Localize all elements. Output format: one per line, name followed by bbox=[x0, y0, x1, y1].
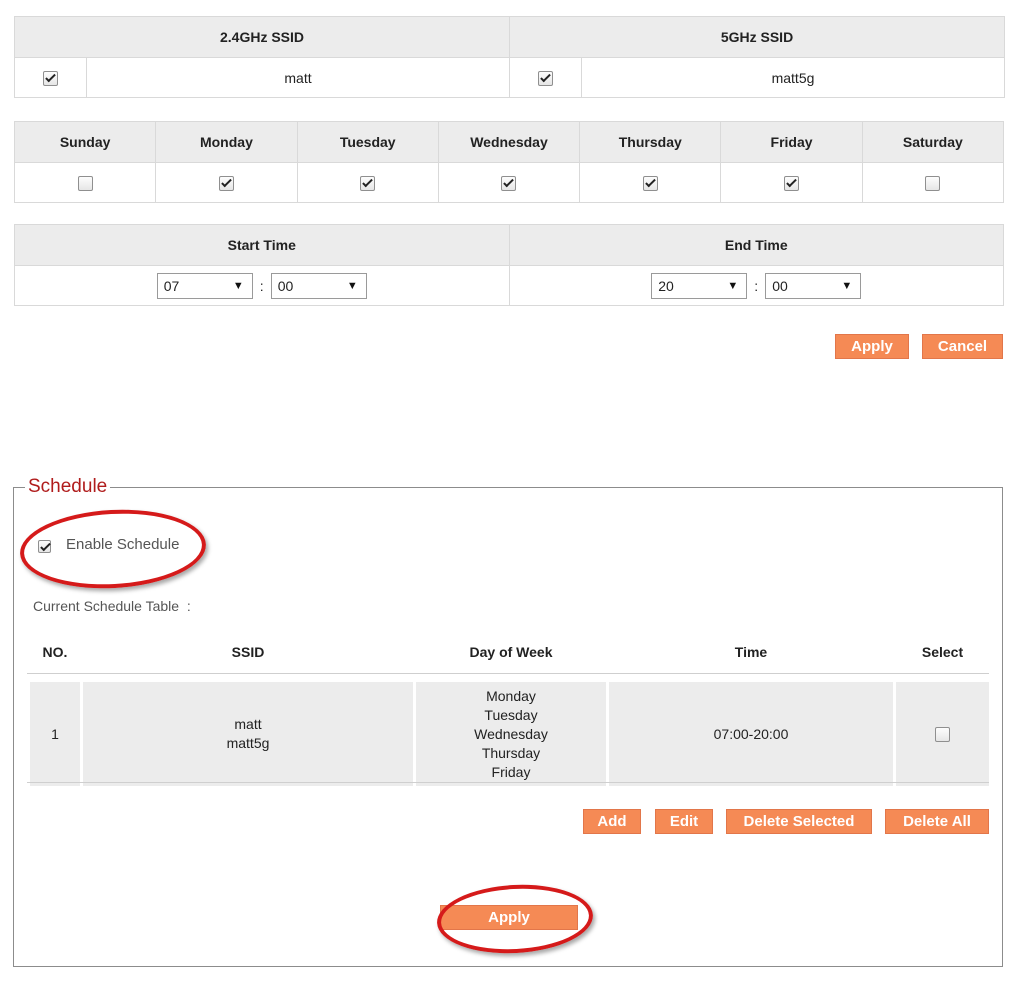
ssid-24-name: matt bbox=[86, 57, 510, 98]
cancel-button[interactable]: Cancel bbox=[922, 334, 1003, 359]
ssid-24-checkbox[interactable] bbox=[43, 70, 58, 86]
ssid-5-name: matt5g bbox=[580, 57, 1006, 98]
chevron-down-icon: ▼ bbox=[346, 279, 358, 292]
enable-schedule-label: Enable Schedule bbox=[66, 536, 180, 553]
day-checkbox-monday[interactable] bbox=[218, 175, 234, 191]
start-time-header: Start Time bbox=[14, 224, 510, 266]
schedule-apply-button[interactable]: Apply bbox=[440, 905, 578, 930]
row-days: Monday Tuesday Wednesday Thursday Friday bbox=[413, 682, 609, 786]
apply-button[interactable]: Apply bbox=[835, 334, 909, 359]
ssid-24-header: 2.4GHz SSID bbox=[14, 16, 510, 58]
ssid-5-checkbox[interactable] bbox=[538, 70, 553, 86]
row-day-line: Friday bbox=[491, 763, 531, 780]
day-header-friday: Friday bbox=[720, 121, 863, 163]
row-select-checkbox[interactable] bbox=[935, 727, 950, 743]
schedule-table: NO. SSID Day of Week Time Select 1 matt … bbox=[27, 628, 992, 786]
day-checkbox-friday[interactable] bbox=[784, 175, 800, 191]
day-header-saturday: Saturday bbox=[861, 121, 1005, 163]
end-hour-select[interactable]: 20 ▼ bbox=[651, 272, 748, 299]
start-hour-value: 07 bbox=[163, 277, 180, 294]
ssid-5-header: 5GHz SSID bbox=[508, 16, 1006, 58]
col-ssid: SSID bbox=[231, 644, 265, 660]
table-header-divider bbox=[27, 673, 989, 674]
day-checkbox-wednesday[interactable] bbox=[501, 175, 517, 191]
add-button[interactable]: Add bbox=[583, 809, 641, 834]
row-no: 1 bbox=[27, 682, 83, 786]
end-time-header: End Time bbox=[508, 224, 1004, 266]
ssid-table: 2.4GHz SSID 5GHz SSID matt matt5g bbox=[14, 16, 1006, 98]
end-time-separator: : bbox=[754, 277, 759, 294]
col-no: NO. bbox=[42, 644, 68, 660]
row-ssid: matt matt5g bbox=[80, 682, 416, 786]
start-minute-value: 00 bbox=[277, 277, 294, 294]
chevron-down-icon: ▼ bbox=[232, 279, 244, 292]
day-header-thursday: Thursday bbox=[579, 121, 722, 163]
row-day-line: Thursday bbox=[481, 744, 541, 761]
day-header-tuesday: Tuesday bbox=[296, 121, 439, 163]
end-minute-value: 00 bbox=[772, 277, 788, 294]
row-day-line: Tuesday bbox=[484, 706, 538, 723]
day-checkbox-thursday[interactable] bbox=[642, 175, 658, 191]
row-day-line: Wednesday bbox=[474, 725, 548, 742]
day-checkbox-saturday[interactable] bbox=[925, 175, 941, 191]
delete-selected-button[interactable]: Delete Selected bbox=[726, 809, 872, 834]
schedule-legend: Schedule bbox=[25, 476, 111, 498]
schedule-table-label: Current Schedule Table : bbox=[33, 598, 191, 614]
days-table: Sunday Monday Tuesday Wednesday Thursday… bbox=[13, 121, 1005, 203]
row-day-line: Monday bbox=[486, 687, 536, 704]
row-ssid-line: matt bbox=[234, 716, 262, 732]
end-hour-value: 20 bbox=[658, 277, 674, 294]
chevron-down-icon: ▼ bbox=[841, 279, 853, 292]
start-hour-select[interactable]: 07 ▼ bbox=[156, 272, 253, 299]
end-minute-select[interactable]: 00 ▼ bbox=[765, 272, 862, 299]
day-header-monday: Monday bbox=[155, 121, 298, 163]
col-select: Select bbox=[921, 644, 964, 660]
start-minute-select[interactable]: 00 ▼ bbox=[270, 272, 367, 299]
table-row: 1 matt matt5g Monday Tuesday Wednesday T… bbox=[27, 682, 992, 786]
delete-all-button[interactable]: Delete All bbox=[885, 809, 989, 834]
col-time: Time bbox=[734, 644, 768, 660]
start-time-separator: : bbox=[259, 277, 264, 294]
time-table: Start Time End Time 07 ▼:00 ▼ 20 ▼:00 ▼ bbox=[14, 224, 1004, 306]
chevron-down-icon: ▼ bbox=[727, 279, 739, 292]
col-day-of-week: Day of Week bbox=[469, 644, 553, 660]
table-bottom-divider bbox=[27, 782, 989, 783]
row-time: 07:00-20:00 bbox=[606, 682, 896, 786]
row-ssid-line: matt5g bbox=[226, 735, 270, 751]
enable-schedule-checkbox[interactable] bbox=[38, 540, 51, 554]
day-header-wednesday: Wednesday bbox=[437, 121, 581, 163]
day-checkbox-tuesday[interactable] bbox=[360, 175, 376, 191]
day-checkbox-sunday[interactable] bbox=[77, 175, 93, 191]
day-header-sunday: Sunday bbox=[13, 121, 157, 163]
edit-button[interactable]: Edit bbox=[655, 809, 713, 834]
